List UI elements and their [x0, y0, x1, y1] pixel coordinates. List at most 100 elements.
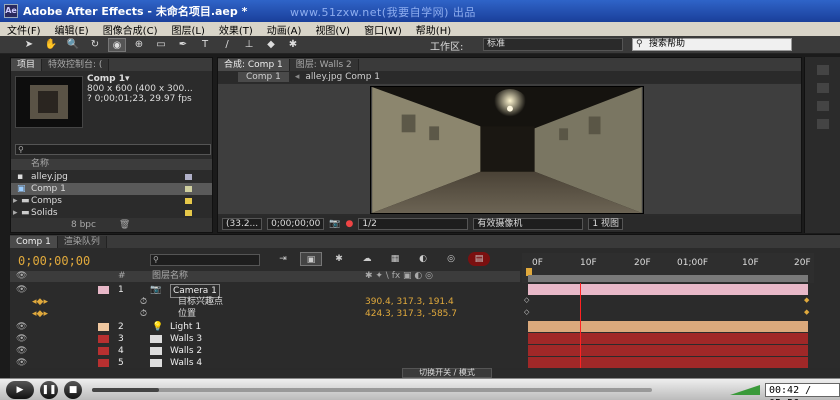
panel-button[interactable] — [816, 83, 829, 93]
color-channels-icon[interactable]: ● — [346, 219, 354, 229]
visibility-eye-icon[interactable]: 👁 — [16, 284, 27, 296]
visibility-eye-icon[interactable]: 👁 — [16, 333, 27, 345]
panel-button[interactable] — [816, 101, 829, 111]
frame-blending-icon[interactable]: ▦ — [384, 252, 406, 266]
property-value[interactable]: 424.3, 317.3, -585.7 — [365, 308, 457, 320]
zoom-select[interactable]: (33.2... — [222, 218, 263, 230]
tab-render-queue[interactable]: 渲染队列 — [57, 236, 107, 248]
hand-tool-icon[interactable]: ✋ — [42, 38, 60, 52]
brush-tool-icon[interactable]: / — [218, 38, 236, 52]
bpc-label[interactable]: 8 bpc — [71, 220, 96, 230]
panel-button[interactable] — [816, 65, 829, 75]
layer-name[interactable]: Light 1 — [170, 321, 201, 333]
menu-help[interactable]: 帮助(H) — [409, 22, 458, 37]
timeline-search-input[interactable]: ⚲ — [150, 254, 260, 266]
layer-name[interactable]: Walls 2 — [170, 345, 202, 357]
tab-layer[interactable]: 图层: Walls 2 — [289, 59, 359, 71]
tab-project[interactable]: 项目 — [11, 59, 43, 71]
menu-view[interactable]: 视图(V) — [308, 22, 357, 37]
visibility-eye-icon[interactable]: 👁 — [16, 321, 27, 333]
graph-editor-icon[interactable]: ◎ — [440, 252, 462, 266]
pen-tool-icon[interactable]: ✒ — [174, 38, 192, 52]
label-color-swatch[interactable] — [98, 323, 109, 331]
menu-composition[interactable]: 图像合成(C) — [96, 22, 165, 37]
play-button[interactable]: ▶ — [6, 381, 34, 399]
viewer-timecode[interactable]: 0;00;00;00 — [267, 218, 325, 230]
breadcrumb-layer[interactable]: alley.jpg Comp 1 — [305, 72, 380, 82]
layer-bar-light1[interactable] — [528, 321, 808, 332]
hide-shy-layers-icon[interactable]: ☁ — [356, 252, 378, 266]
layer-row-walls3[interactable]: 👁 3 Walls 3 — [10, 333, 520, 345]
layer-bar-walls4[interactable] — [528, 357, 808, 368]
keyframe-icon[interactable]: ◆ — [804, 308, 809, 316]
active-camera-select[interactable]: 有效摄像机 — [473, 218, 584, 230]
menu-layer[interactable]: 图层(L) — [164, 22, 211, 37]
motion-blur-icon[interactable]: ◐ — [412, 252, 434, 266]
expand-arrow-icon[interactable]: ▸ — [13, 195, 18, 207]
visibility-eye-icon[interactable]: 👁 — [16, 345, 27, 357]
menu-effect[interactable]: 效果(T) — [212, 22, 260, 37]
property-value[interactable]: 390.4, 317.3, 191.4 — [365, 296, 454, 308]
tab-effect-controls[interactable]: 特效控制台: ( — [42, 59, 110, 71]
current-time-display[interactable]: 0;00;00;00 — [18, 254, 90, 268]
keyframe-nav-icon[interactable]: ◂◆▸ — [32, 308, 48, 320]
views-select[interactable]: 1 视图 — [588, 218, 623, 230]
layer-row-walls2[interactable]: 👁 4 Walls 2 — [10, 345, 520, 357]
label-color-swatch[interactable] — [98, 286, 109, 294]
zoom-tool-icon[interactable]: 🔍 — [64, 38, 82, 52]
timeline-track-area[interactable]: 0F 10F 20F 01;00F 10F 20F ◇ ◆ ◇ ◆ — [522, 253, 814, 373]
workspace-select[interactable]: 标准 — [483, 38, 623, 51]
label-color-swatch[interactable] — [98, 347, 109, 355]
breadcrumb-comp[interactable]: Comp 1 — [238, 72, 289, 82]
orbit-camera-tool-icon[interactable]: ◉ — [108, 37, 126, 52]
eraser-tool-icon[interactable]: ◆ — [262, 38, 280, 52]
layer-name[interactable]: Walls 3 — [170, 333, 202, 345]
keyframe-icon[interactable]: ◇ — [524, 296, 529, 304]
draft-3d-icon[interactable]: ✱ — [328, 252, 350, 266]
rectangle-tool-icon[interactable]: ▭ — [152, 38, 170, 52]
snapshot-icon[interactable]: 📷 — [329, 219, 340, 229]
property-row-point-of-interest[interactable]: ◂◆▸ ⏱ 目标兴趣点 390.4, 317.3, 191.4 — [10, 296, 520, 308]
playback-progress-bar[interactable] — [92, 388, 652, 392]
menu-file[interactable]: 文件(F) — [0, 22, 48, 37]
stop-button[interactable]: ■ — [64, 381, 82, 399]
text-tool-icon[interactable]: T — [196, 38, 214, 52]
selection-tool-icon[interactable]: ➤ — [20, 38, 38, 52]
project-item-comp1[interactable]: ▣ Comp 1 — [11, 183, 212, 195]
label-color-swatch[interactable] — [98, 335, 109, 343]
column-name[interactable]: 名称 — [31, 159, 49, 169]
layer-bar-camera1[interactable] — [528, 284, 808, 295]
viewer-canvas[interactable] — [218, 84, 801, 214]
brainstorm-icon[interactable]: ▤ — [468, 252, 490, 266]
toggle-switches-modes-button[interactable]: 切换开关 / 模式 — [402, 368, 492, 378]
trash-icon[interactable]: 🗑 — [119, 220, 130, 230]
layer-row-camera1[interactable]: 👁 1 📷 Camera 1 — [10, 284, 520, 298]
current-time-indicator-line[interactable] — [580, 283, 581, 373]
tab-comp1-timeline[interactable]: Comp 1 — [10, 236, 58, 248]
menu-window[interactable]: 窗口(W) — [357, 22, 409, 37]
panel-button[interactable] — [816, 119, 829, 129]
volume-icon[interactable] — [730, 385, 760, 395]
tab-composition[interactable]: 合成: Comp 1 — [218, 59, 290, 71]
layer-row-light1[interactable]: 👁 2 💡 Light 1 — [10, 321, 520, 333]
pan-behind-tool-icon[interactable]: ⊕ — [130, 38, 148, 52]
rotate-tool-icon[interactable]: ↻ — [86, 38, 104, 52]
property-row-position[interactable]: ◂◆▸ ⏱ 位置 424.3, 317.3, -585.7 — [10, 308, 520, 320]
layer-bar-walls2[interactable] — [528, 345, 808, 356]
keyframe-icon[interactable]: ◆ — [804, 296, 809, 304]
column-layer-name[interactable]: 图层名称 — [152, 271, 188, 282]
layer-bar-walls3[interactable] — [528, 333, 808, 344]
project-item-alley[interactable]: ▪ alley.jpg — [11, 171, 212, 183]
stopwatch-icon[interactable]: ⏱ — [140, 296, 147, 308]
keyframe-nav-icon[interactable]: ◂◆▸ — [32, 296, 48, 308]
puppet-tool-icon[interactable]: ✱ — [284, 38, 302, 52]
menu-animation[interactable]: 动画(A) — [260, 22, 309, 37]
pause-button[interactable]: ❚❚ — [40, 381, 58, 399]
time-ruler[interactable]: 0F 10F 20F 01;00F 10F 20F — [522, 253, 814, 283]
project-search-input[interactable]: ⚲ — [15, 144, 211, 155]
keyframe-icon[interactable]: ◇ — [524, 308, 529, 316]
clone-stamp-tool-icon[interactable]: ⊥ — [240, 38, 258, 52]
resolution-select[interactable]: 1/2 — [358, 218, 469, 230]
live-update-icon[interactable]: ▣ — [300, 252, 322, 266]
search-help-input[interactable]: ⚲ 搜索帮助 — [632, 38, 792, 51]
